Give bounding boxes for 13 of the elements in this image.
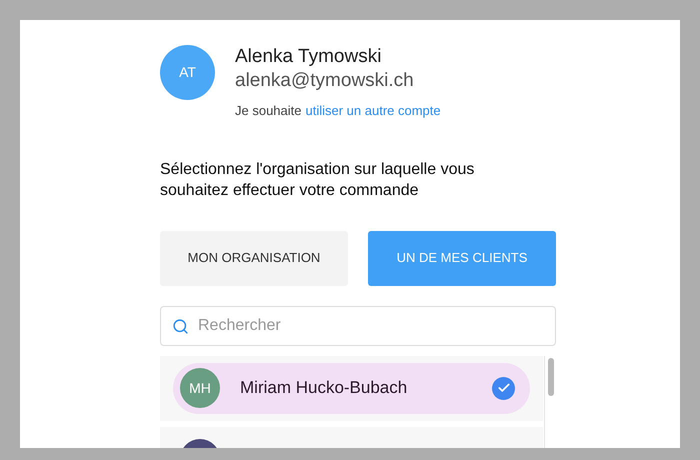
search-icon <box>172 318 189 334</box>
scrollbar-thumb[interactable] <box>548 358 554 396</box>
user-email: alenka@tymowski.ch <box>235 69 415 93</box>
user-avatar: AT <box>160 45 215 100</box>
client-avatar: MH <box>180 368 220 408</box>
switch-prompt: Je souhaite <box>235 102 302 120</box>
check-icon <box>492 376 515 400</box>
client-name: Miriam Hucko-Bubach <box>240 377 408 400</box>
client-row[interactable]: MH Miriam Hucko-Bubach <box>160 356 543 420</box>
user-name: Alenka Tymowski <box>235 45 382 69</box>
instruction-heading: Sélectionnez l'organisation sur laquelle vous souhaitez effectuer votre commande <box>160 160 476 200</box>
organisation-toggle[interactable]: MON ORGANISATION <box>160 230 348 286</box>
search-field[interactable]: Rechercher <box>160 306 556 346</box>
